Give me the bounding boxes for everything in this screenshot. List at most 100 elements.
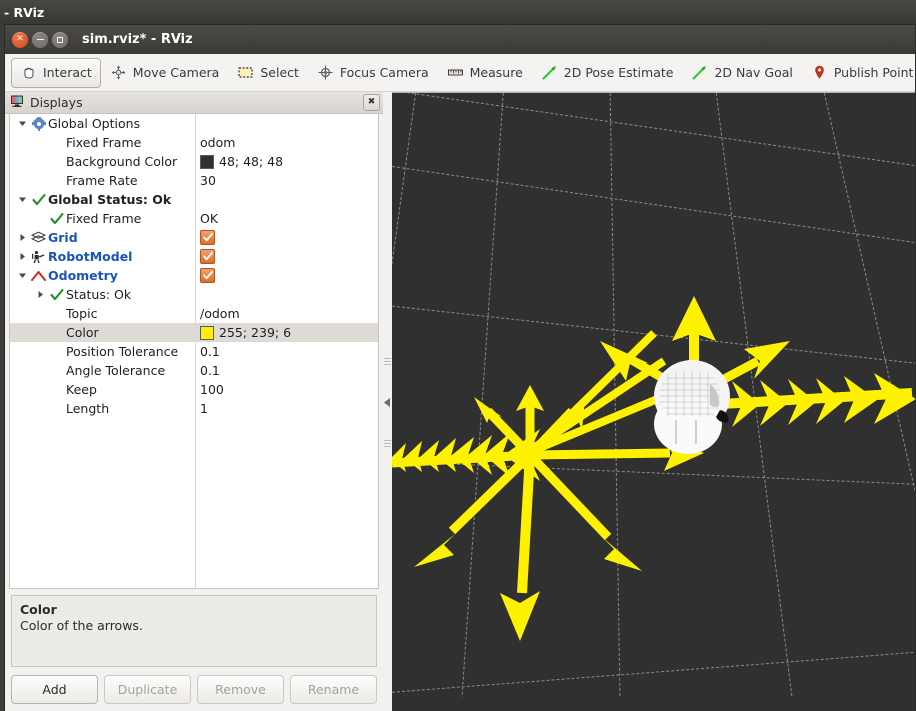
tree-row[interactable]: Status: Ok bbox=[10, 285, 378, 304]
tree-row-value: 1 bbox=[200, 401, 208, 416]
tool-interact[interactable]: Interact bbox=[11, 57, 101, 88]
displays-tree[interactable]: Global Options Fixed Frame odom Background … bbox=[9, 114, 379, 589]
viewport-scene bbox=[392, 93, 915, 697]
chevron-down-icon[interactable] bbox=[16, 271, 29, 280]
rename-button[interactable]: Rename bbox=[290, 675, 377, 704]
tree-row-value-cell[interactable] bbox=[195, 268, 378, 283]
dock-splitter[interactable] bbox=[383, 92, 392, 711]
tree-row[interactable]: Keep 100 bbox=[10, 380, 378, 399]
tree-row[interactable]: Position Tolerance 0.1 bbox=[10, 342, 378, 361]
tree-row-value: 30 bbox=[200, 173, 216, 188]
tool-2d-pose-estimate[interactable]: 2D Pose Estimate bbox=[532, 58, 683, 88]
splitter-grip bbox=[384, 357, 391, 365]
tree-row[interactable]: Fixed Frame odom bbox=[10, 133, 378, 152]
tree-row-value-cell[interactable]: 0.1 bbox=[195, 344, 378, 359]
tree-row[interactable]: Odometry bbox=[10, 266, 378, 285]
enable-checkbox[interactable] bbox=[200, 230, 215, 245]
tree-row-label: Grid bbox=[48, 230, 78, 245]
close-icon[interactable]: ✖ bbox=[363, 94, 380, 111]
tree-row-label: Color bbox=[66, 325, 99, 340]
tree-row-value: 48; 48; 48 bbox=[219, 154, 284, 169]
tree-row[interactable]: Global Status: Ok bbox=[10, 190, 378, 209]
minimize-icon[interactable] bbox=[32, 31, 48, 48]
tree-row-name-cell: Angle Tolerance bbox=[10, 363, 195, 378]
tool-move-camera[interactable]: Move Camera bbox=[101, 58, 229, 88]
displays-panel-header: Displays ✖ bbox=[5, 92, 383, 114]
maximize-icon[interactable] bbox=[52, 31, 68, 48]
tree-row-label: Topic bbox=[66, 306, 98, 321]
chevron-down-icon[interactable] bbox=[16, 195, 29, 204]
tree-row-label: Length bbox=[66, 401, 110, 416]
color-swatch[interactable] bbox=[200, 154, 214, 169]
green-arrow-icon bbox=[691, 64, 708, 81]
desktop-top-panel: - RViz bbox=[0, 0, 916, 24]
tree-row-name-cell: Grid bbox=[10, 230, 195, 245]
tree-row-name-cell: Color bbox=[10, 325, 195, 340]
chevron-right-icon[interactable] bbox=[34, 290, 47, 299]
help-description: Color of the arrows. bbox=[20, 618, 143, 633]
add-button[interactable]: Add bbox=[11, 675, 98, 704]
green-check-icon bbox=[29, 193, 48, 207]
tree-row-value: odom bbox=[200, 135, 236, 150]
window-titlebar: ✕ sim.rviz* - RViz bbox=[5, 25, 915, 54]
tree-row[interactable]: Color 255; 239; 6 bbox=[10, 323, 378, 342]
remove-button[interactable]: Remove bbox=[197, 675, 284, 704]
application-window: ✕ sim.rviz* - RViz Interact Move Camera … bbox=[4, 24, 916, 711]
tool-publish-point[interactable]: Publish Point bbox=[802, 58, 915, 88]
tool-focus-camera[interactable]: Focus Camera bbox=[308, 58, 438, 88]
window-controls: ✕ bbox=[12, 31, 68, 48]
rviz-window: - RViz ✕ sim.rviz* - RViz Interact Move … bbox=[0, 0, 916, 711]
toolbar-drag-handle[interactable] bbox=[7, 65, 9, 81]
focus-camera-icon bbox=[317, 64, 334, 81]
tree-row[interactable]: RobotModel bbox=[10, 247, 378, 266]
tree-row-name-cell: Length bbox=[10, 401, 195, 416]
tree-row-value-cell[interactable]: 1 bbox=[195, 401, 378, 416]
tool-move-camera-label: Move Camera bbox=[132, 65, 220, 80]
grid-icon bbox=[29, 231, 48, 244]
tree-row-value-cell[interactable]: odom bbox=[195, 135, 378, 150]
tree-row-value-cell[interactable]: 0.1 bbox=[195, 363, 378, 378]
tree-row-value-cell[interactable]: /odom bbox=[195, 306, 378, 321]
tree-row[interactable]: Grid bbox=[10, 228, 378, 247]
tree-row-value: 100 bbox=[200, 382, 224, 397]
tree-row[interactable]: Background Color 48; 48; 48 bbox=[10, 152, 378, 171]
tool-publish-point-label: Publish Point bbox=[833, 65, 914, 80]
tree-row-label: Fixed Frame bbox=[66, 211, 142, 226]
chevron-right-icon[interactable] bbox=[16, 252, 29, 261]
main-toolbar: Interact Move Camera Select Focus Camera… bbox=[5, 54, 915, 92]
tree-row[interactable]: Topic/odom bbox=[10, 304, 378, 323]
tree-row-value-cell[interactable] bbox=[195, 249, 378, 264]
tree-row-value: OK bbox=[200, 211, 219, 226]
tree-row[interactable]: Fixed Frame OK bbox=[10, 209, 378, 228]
tree-row-name-cell: Fixed Frame bbox=[10, 135, 195, 150]
tool-select-label: Select bbox=[260, 65, 299, 80]
tree-row-label: Global Status: Ok bbox=[48, 192, 172, 207]
tree-row[interactable]: Angle Tolerance 0.1 bbox=[10, 361, 378, 380]
enable-checkbox[interactable] bbox=[200, 268, 215, 283]
tool-2d-nav-goal[interactable]: 2D Nav Goal bbox=[682, 58, 801, 88]
tree-row-label: Background Color bbox=[66, 154, 178, 169]
chevron-down-icon[interactable] bbox=[16, 119, 29, 128]
color-swatch[interactable] bbox=[200, 325, 214, 340]
tool-select[interactable]: Select bbox=[228, 58, 308, 88]
tree-row-value-cell[interactable]: 100 bbox=[195, 382, 378, 397]
tree-row-value-cell[interactable]: 30 bbox=[195, 173, 378, 188]
chevron-right-icon[interactable] bbox=[16, 233, 29, 242]
tool-measure[interactable]: Measure bbox=[438, 58, 532, 88]
displays-panel-title: Displays bbox=[30, 95, 83, 110]
tree-row-value-cell[interactable] bbox=[195, 230, 378, 245]
close-icon[interactable]: ✕ bbox=[12, 31, 28, 48]
tree-row-value-cell[interactable]: 48; 48; 48 bbox=[195, 154, 378, 169]
tree-row-name-cell: Frame Rate bbox=[10, 173, 195, 188]
tree-row[interactable]: Length 1 bbox=[10, 399, 378, 418]
tree-row-value-cell[interactable]: OK bbox=[195, 211, 378, 226]
desktop-panel-title: - RViz bbox=[4, 4, 45, 20]
enable-checkbox[interactable] bbox=[200, 249, 215, 264]
collapse-left-arrow-icon[interactable] bbox=[383, 397, 392, 408]
tree-row[interactable]: Frame Rate 30 bbox=[10, 171, 378, 190]
tree-row-value-cell[interactable]: 255; 239; 6 bbox=[195, 325, 378, 340]
duplicate-button[interactable]: Duplicate bbox=[104, 675, 191, 704]
render-viewport-3d[interactable] bbox=[392, 92, 915, 711]
tree-row-name-cell: Global Options bbox=[10, 116, 195, 131]
tree-row[interactable]: Global Options bbox=[10, 114, 378, 133]
